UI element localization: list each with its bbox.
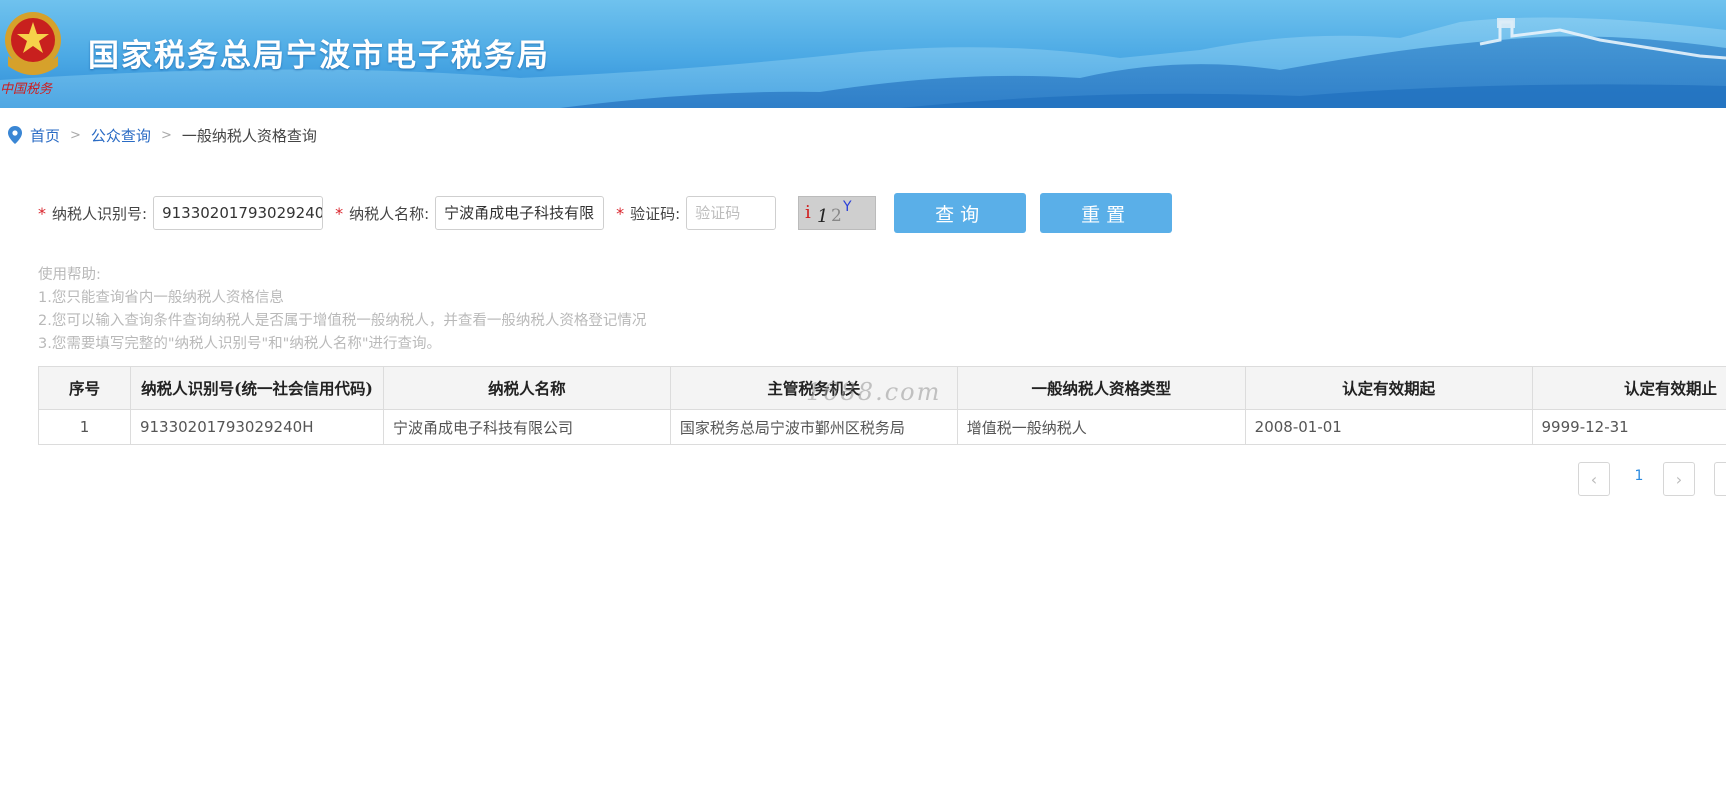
help-line: 1.您只能查询省内一般纳税人资格信息 — [38, 290, 284, 306]
prev-page-button[interactable]: ‹ — [1578, 462, 1610, 496]
breadcrumb-current: 一般纳税人资格查询 — [181, 126, 317, 145]
column-header: 认定有效期起 — [1244, 366, 1533, 410]
chevron-left-icon: ‹ — [1590, 469, 1598, 489]
taxpayer-name-label: 纳税人名称: — [349, 204, 430, 223]
column-header: 纳税人名称 — [382, 366, 671, 410]
emblem-caption: 中国税务 — [0, 82, 53, 97]
results-table: 序号 纳税人识别号(统一社会信用代码) 纳税人名称 主管税务机关 一般纳税人资格… — [38, 366, 1726, 445]
breadcrumb-public-query-link[interactable]: 公众查询 — [91, 125, 151, 146]
query-button[interactable]: 查询 — [894, 193, 1027, 233]
table-cell: 1 — [38, 409, 131, 445]
breadcrumb-separator: > — [70, 127, 81, 143]
breadcrumb: 首页 > 公众查询 > 一般纳税人资格查询 — [8, 124, 317, 146]
current-page-number[interactable]: 1 — [1630, 468, 1648, 484]
header-banner: 中国税务 国家税务总局宁波市电子税务局 — [0, 0, 1726, 108]
chevron-right-icon: › — [1675, 469, 1683, 489]
location-pin-icon — [8, 126, 22, 144]
help-line: 2.您可以输入查询条件查询纳税人是否属于增值税一般纳税人，并查看一般纳税人资格登… — [38, 313, 647, 329]
required-mark: * — [335, 203, 344, 223]
table-cell: 增值税一般纳税人 — [956, 409, 1246, 445]
table-header-row: 序号 纳税人识别号(统一社会信用代码) 纳税人名称 主管税务机关 一般纳税人资格… — [38, 366, 1726, 410]
captcha-image[interactable]: i 1 2 Y — [798, 196, 877, 230]
page-size-select[interactable] — [1714, 462, 1726, 496]
column-header: 纳税人识别号(统一社会信用代码) — [129, 366, 384, 410]
required-mark: * — [38, 203, 46, 223]
breadcrumb-separator: > — [160, 127, 172, 143]
column-header: 序号 — [38, 366, 131, 410]
column-header: 主管税务机关 — [669, 366, 958, 410]
svg-text:i: i — [805, 202, 811, 223]
search-form: * 纳税人识别号: 91330201793029240 * 纳税人名称: 宁波甬… — [38, 193, 1173, 233]
svg-text:Y: Y — [842, 199, 852, 215]
table-cell: 国家税务总局宁波市鄞州区税务局 — [669, 409, 958, 445]
help-title: 使用帮助: — [38, 267, 101, 283]
help-section: 使用帮助: 1.您只能查询省内一般纳税人资格信息 2.您可以输入查询条件查询纳税… — [38, 264, 646, 356]
help-line: 3.您需要填写完整的"纳税人识别号"和"纳税人名称"进行查询。 — [38, 336, 442, 352]
svg-text:1: 1 — [817, 206, 828, 227]
table-cell: 2008-01-01 — [1244, 409, 1533, 445]
svg-text:2: 2 — [831, 206, 842, 226]
site-title: 国家税务总局宁波市电子税务局 — [88, 38, 550, 74]
breadcrumb-home-link[interactable]: 首页 — [30, 125, 60, 146]
column-header: 认定有效期止 — [1531, 366, 1726, 410]
table-row: 1 91330201793029240H 宁波甬成电子科技有限公司 国家税务总局… — [38, 409, 1726, 445]
required-mark: * — [616, 203, 625, 223]
taxpayer-id-label: 纳税人识别号: — [52, 204, 148, 223]
column-header: 一般纳税人资格类型 — [956, 366, 1246, 410]
table-cell: 9999-12-31 — [1531, 409, 1726, 445]
table-cell: 91330201793029240H — [129, 409, 384, 445]
table-cell: 宁波甬成电子科技有限公司 — [382, 409, 671, 445]
taxpayer-id-input[interactable]: 91330201793029240 — [153, 196, 324, 230]
captcha-glyphs-icon: i 1 2 Y — [805, 199, 852, 227]
captcha-label: 验证码: — [630, 204, 681, 223]
taxpayer-name-input[interactable]: 宁波甬成电子科技有限 — [435, 196, 605, 230]
reset-button[interactable]: 重置 — [1040, 193, 1173, 233]
captcha-input[interactable]: 验证码 — [686, 196, 777, 230]
next-page-button[interactable]: › — [1663, 462, 1695, 496]
